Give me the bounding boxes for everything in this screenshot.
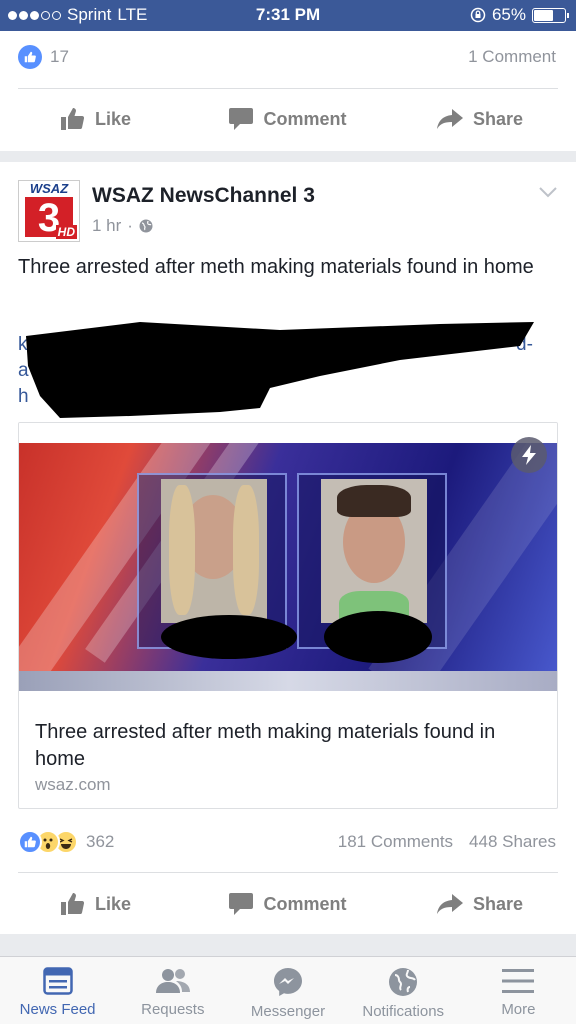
link-title[interactable]: Three arrested after meth making materia… <box>35 719 543 773</box>
action-bar: Like Comment Share <box>0 884 576 924</box>
tab-messenger[interactable]: Messenger <box>230 957 345 1024</box>
share-arrow-icon <box>436 894 463 914</box>
comment-button[interactable]: Comment <box>192 884 384 924</box>
engagement-stats: 181 Comments 448 Shares <box>338 832 556 852</box>
chevron-down-icon[interactable] <box>538 186 558 198</box>
instant-article-badge <box>511 437 547 473</box>
like-label: Like <box>94 108 132 129</box>
menu-icon <box>502 969 535 993</box>
battery-percent: 65% <box>491 5 526 24</box>
tab-label: News Feed <box>19 1001 96 1018</box>
previous-post-footer: 17 1 Comment Like Comment Share <box>0 31 576 151</box>
tab-label: More <box>501 1001 536 1018</box>
post-meta: 1 hr · <box>92 216 153 236</box>
comment-label: Comment <box>263 108 347 129</box>
share-label: Share <box>472 893 524 914</box>
comment-button[interactable]: Comment <box>192 99 384 139</box>
friends-icon <box>155 969 190 993</box>
page-name[interactable]: WSAZ NewsChannel 3 <box>92 184 315 208</box>
link-preview-image[interactable] <box>19 423 557 705</box>
logo-text: WSAZ <box>19 181 79 197</box>
comment-icon <box>229 108 254 130</box>
reaction-summary[interactable]: 362 <box>18 830 114 854</box>
globe-icon <box>139 219 153 233</box>
post-text: Three arrested after meth making materia… <box>18 256 534 278</box>
tab-more[interactable]: More <box>461 957 576 1024</box>
lightning-icon <box>522 445 536 465</box>
like-button[interactable]: Like <box>0 99 192 139</box>
like-reaction-icon <box>18 830 42 854</box>
like-label: Like <box>94 893 132 914</box>
post-time[interactable]: 1 hr <box>92 216 121 236</box>
link-domain: wsaz.com <box>35 775 111 794</box>
share-count[interactable]: 448 Shares <box>469 832 556 852</box>
redaction-scribble <box>324 611 432 663</box>
tab-label: Messenger <box>250 1003 326 1020</box>
like-button[interactable]: Like <box>0 884 192 924</box>
share-label: Share <box>472 108 524 129</box>
news-feed-icon <box>42 967 73 995</box>
divider <box>18 88 558 89</box>
tab-requests[interactable]: Requests <box>115 957 230 1024</box>
orientation-lock-icon <box>470 7 486 23</box>
messenger-icon <box>274 968 302 996</box>
thumbs-up-icon <box>60 108 85 130</box>
share-button[interactable]: Share <box>384 99 576 139</box>
news-post: WSAZ 3 HD WSAZ NewsChannel 3 1 hr · Thre… <box>0 162 576 934</box>
tab-label: Notifications <box>362 1003 445 1020</box>
comment-label: Comment <box>263 893 347 914</box>
logo-badge: HD <box>55 225 77 239</box>
reaction-count: 362 <box>86 832 115 851</box>
divider <box>18 872 558 873</box>
redaction-scribble <box>161 615 297 659</box>
meta-separator: · <box>127 216 133 235</box>
tab-label: Requests <box>141 1001 205 1018</box>
comment-icon <box>229 893 254 915</box>
page-avatar[interactable]: WSAZ 3 HD <box>18 180 80 242</box>
link-preview-card[interactable]: Three arrested after meth making materia… <box>18 422 558 809</box>
share-arrow-icon <box>436 109 463 129</box>
action-bar: Like Comment Share <box>0 99 576 139</box>
status-bar: Sprint LTE 7:31 PM 65% <box>0 0 576 31</box>
battery-icon <box>532 7 569 23</box>
globe-icon <box>389 968 418 996</box>
redaction-scribble <box>26 322 534 418</box>
tab-notifications[interactable]: Notifications <box>346 957 461 1024</box>
comment-count[interactable]: 1 Comment <box>468 47 556 67</box>
thumbs-up-icon <box>60 893 85 915</box>
battery-info: 65% <box>470 5 569 25</box>
share-button[interactable]: Share <box>384 884 576 924</box>
like-count[interactable]: 17 <box>50 47 69 67</box>
bottom-tab-bar: News Feed Requests Messenger Notificatio… <box>0 956 576 1024</box>
comment-count[interactable]: 181 Comments <box>338 832 453 852</box>
like-reaction-icon <box>18 45 42 69</box>
tab-news-feed[interactable]: News Feed <box>0 957 115 1024</box>
